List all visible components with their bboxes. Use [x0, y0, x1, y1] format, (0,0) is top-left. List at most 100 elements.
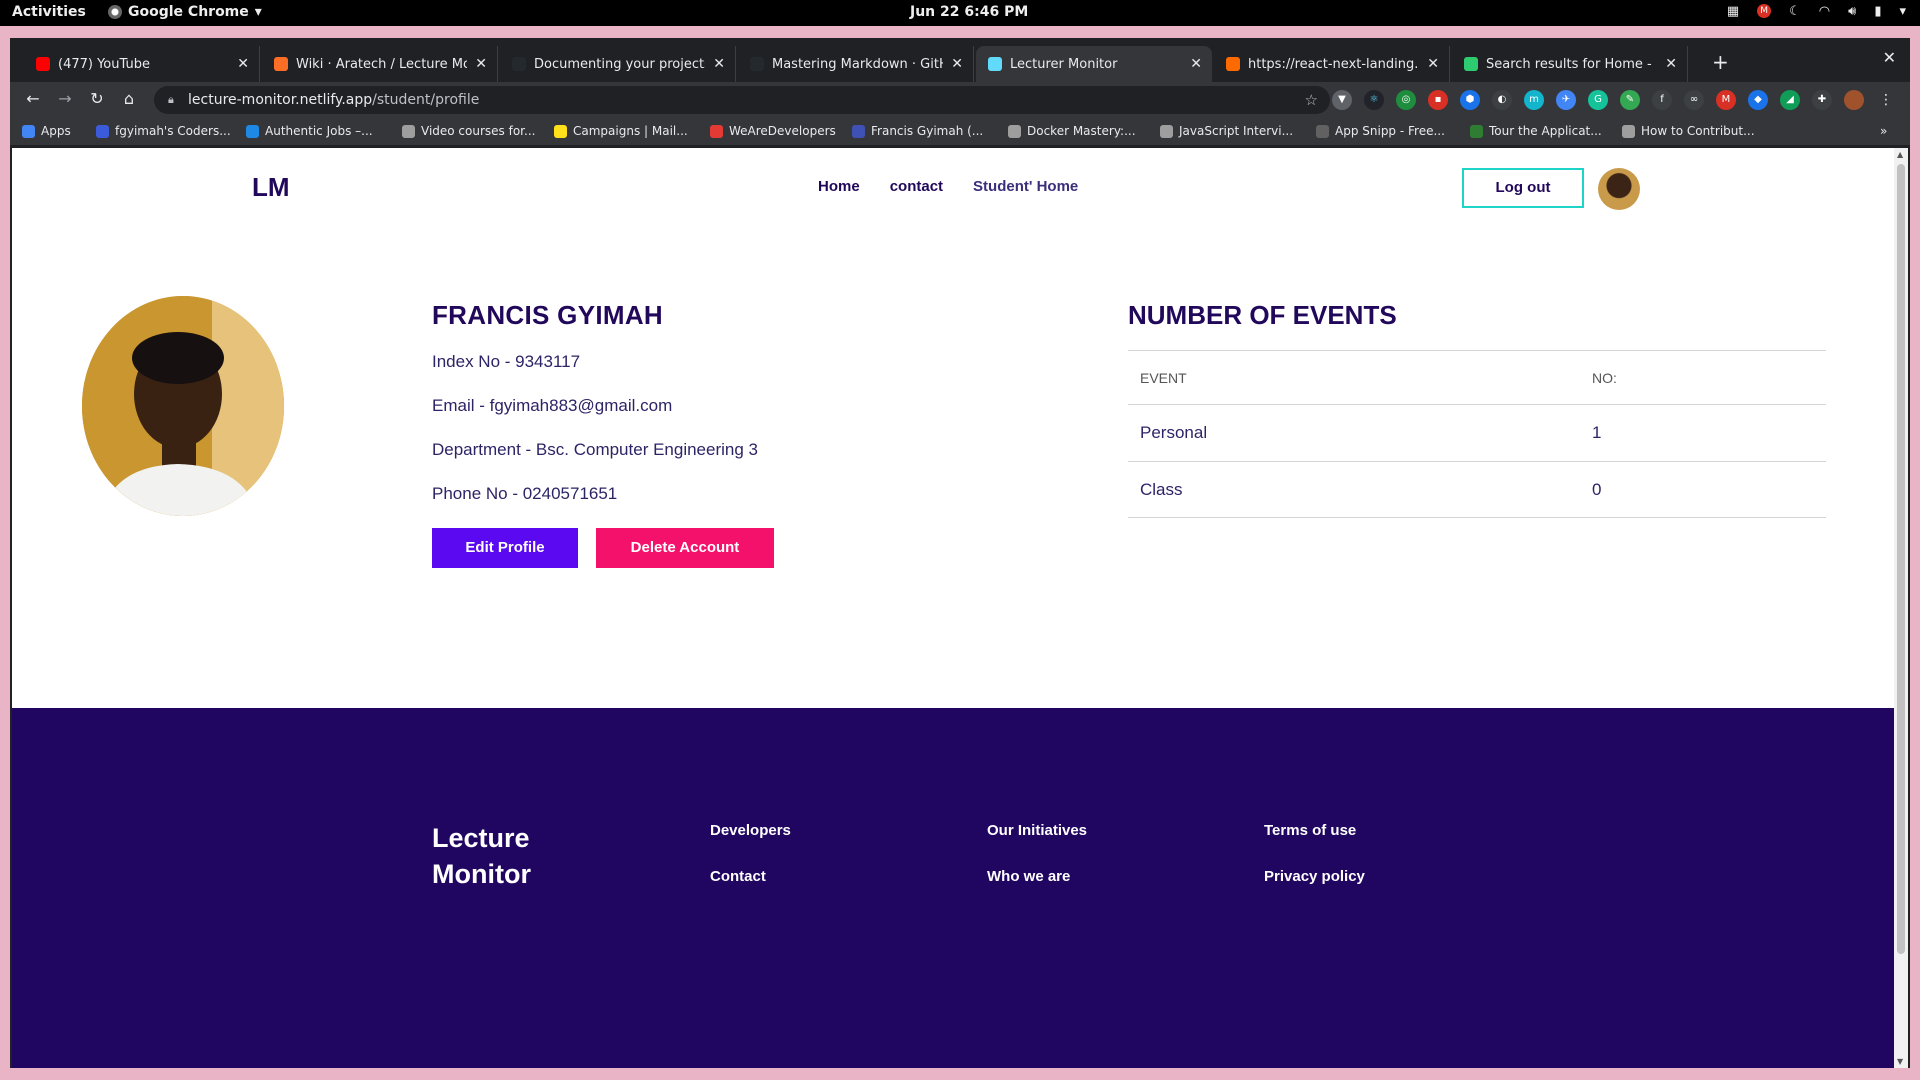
grid-icon[interactable]: ▦ [1727, 4, 1739, 19]
bookmark-item[interactable]: App Snipp - Free... [1316, 124, 1445, 138]
extension-icon[interactable]: ◢ [1780, 90, 1800, 110]
reload-icon[interactable]: ↻ [86, 89, 108, 108]
bookmark-item[interactable]: Authentic Jobs –... [246, 124, 373, 138]
bookmark-item[interactable]: Docker Mastery:... [1008, 124, 1136, 138]
globe-icon [1008, 124, 1021, 138]
chevron-down-icon[interactable]: ▾ [1899, 4, 1906, 19]
person-portrait-icon [82, 296, 284, 516]
bookmark-icon [710, 124, 723, 138]
footer-who-we-are-link[interactable]: Who we are [987, 868, 1070, 885]
tab-title: Mastering Markdown · GitHub [772, 56, 943, 72]
react-devtools-icon[interactable]: ⚛ [1364, 90, 1384, 110]
tab-lecturer-monitor[interactable]: Lecturer Monitor ✕ [976, 46, 1212, 82]
extension-icon[interactable]: ◎ [1396, 90, 1416, 110]
bookmark-item[interactable]: Francis Gyimah (... [852, 124, 983, 138]
close-icon[interactable]: ✕ [475, 56, 487, 72]
close-icon[interactable]: ✕ [237, 56, 249, 72]
bookmark-apps[interactable]: Apps [22, 124, 71, 138]
user-avatar[interactable] [1598, 168, 1640, 210]
formula-icon[interactable]: f [1652, 90, 1672, 110]
url-host: lecture-monitor.netlify.app [188, 92, 373, 108]
site-footer: Lecture Monitor Developers Contact Our I… [12, 708, 1894, 1068]
activities-button[interactable]: Activities [12, 4, 86, 20]
bookmark-icon [1316, 124, 1329, 138]
tab-youtube[interactable]: (477) YouTube ✕ [24, 46, 260, 82]
app-menu[interactable]: Google Chrome ▾ [108, 4, 262, 20]
mail-badge-icon[interactable]: M [1757, 4, 1772, 18]
bookmarks-overflow-icon[interactable]: » [1880, 124, 1887, 138]
puzzle-icon[interactable]: ✚ [1812, 90, 1832, 110]
extension-icon[interactable]: ∞ [1684, 90, 1704, 110]
vue-devtools-icon[interactable]: ▼ [1332, 90, 1352, 110]
table-row: Class 0 [1128, 461, 1826, 518]
footer-initiatives-link[interactable]: Our Initiatives [987, 822, 1087, 839]
tab-gitlab-wiki[interactable]: Wiki · Aratech / Lecture Monit ✕ [262, 46, 498, 82]
nav-home-link[interactable]: Home [818, 178, 860, 195]
logout-button[interactable]: Log out [1462, 168, 1584, 208]
gitlab-icon [274, 57, 288, 71]
mailchimp-icon [554, 124, 567, 138]
extension-icon[interactable]: ⬢ [1460, 90, 1480, 110]
edit-profile-button[interactable]: Edit Profile [432, 528, 578, 568]
youtube-icon [36, 57, 50, 71]
bookmark-item[interactable]: Campaigns | Mail... [554, 124, 688, 138]
extension-badge-icon[interactable]: ▪ [1428, 90, 1448, 110]
bookmark-item[interactable]: WeAreDevelopers [710, 124, 836, 138]
extension-icon[interactable]: ◐ [1492, 90, 1512, 110]
close-icon[interactable]: ✕ [1190, 56, 1202, 72]
clock[interactable]: Jun 22 6:46 PM [910, 4, 1028, 20]
bookmark-item[interactable]: fgyimah's Coders... [96, 124, 231, 138]
footer-terms-link[interactable]: Terms of use [1264, 822, 1356, 839]
scroll-down-icon[interactable]: ▼ [1897, 1057, 1903, 1066]
footer-privacy-link[interactable]: Privacy policy [1264, 868, 1365, 885]
tab-markdown[interactable]: Mastering Markdown · GitHub ✕ [738, 46, 974, 82]
globe-icon [1160, 124, 1173, 138]
web-page: LM Home contact Student' Home Log out FR… [12, 148, 1894, 1068]
close-icon[interactable]: ✕ [1427, 56, 1439, 72]
window-close-icon[interactable]: ✕ [1883, 48, 1896, 67]
tab-search-results[interactable]: Search results for Home - Fla ✕ [1452, 46, 1688, 82]
close-icon[interactable]: ✕ [1665, 56, 1677, 72]
gmail-ext-icon[interactable]: M [1716, 90, 1736, 110]
bookmark-icon [246, 124, 259, 138]
events-title: NUMBER OF EVENTS [1128, 300, 1397, 330]
bookmark-item[interactable]: Tour the Applicat... [1470, 124, 1602, 138]
profile-avatar-icon[interactable] [1844, 90, 1864, 110]
footer-contact-link[interactable]: Contact [710, 868, 766, 885]
scrollbar-thumb[interactable] [1897, 164, 1905, 954]
table-header-row: EVENT NO: [1128, 350, 1826, 404]
bookmark-item[interactable]: JavaScript Intervi... [1160, 124, 1293, 138]
gmail-icon [1226, 57, 1240, 71]
nav-contact-link[interactable]: contact [890, 178, 943, 195]
nav-student-home-link[interactable]: Student' Home [973, 178, 1078, 195]
bookmark-item[interactable]: How to Contribut... [1622, 124, 1755, 138]
home-icon[interactable]: ⌂ [118, 89, 140, 108]
more-menu-icon[interactable]: ⋮ [1876, 90, 1896, 110]
extension-icon[interactable]: ✈ [1556, 90, 1576, 110]
system-tray[interactable]: ▦ M ☾ ◠ 🔊︎ ▮ ▾ [1727, 4, 1906, 19]
shield-icon[interactable]: ◆ [1748, 90, 1768, 110]
footer-developers-link[interactable]: Developers [710, 822, 791, 839]
new-tab-button[interactable]: + [1712, 50, 1729, 74]
page-scrollbar[interactable]: ▲ ▼ [1894, 148, 1908, 1068]
tab-title: Search results for Home - Fla [1486, 56, 1658, 72]
close-icon[interactable]: ✕ [713, 56, 725, 72]
site-logo[interactable]: LM [252, 172, 290, 203]
lock-icon[interactable]: 🔒︎ [168, 93, 174, 107]
bookmark-star-icon[interactable]: ☆ [1305, 91, 1318, 109]
grammarly-icon[interactable]: G [1588, 90, 1608, 110]
address-bar[interactable]: 🔒︎ lecture-monitor.netlify.app/student/p… [154, 86, 1330, 114]
scroll-up-icon[interactable]: ▲ [1897, 150, 1903, 159]
pen-icon[interactable]: ✎ [1620, 90, 1640, 110]
tab-documenting[interactable]: Documenting your projects o ✕ [500, 46, 736, 82]
github-icon [512, 57, 526, 71]
tab-title: https://react-next-landing.re [1248, 56, 1420, 72]
close-icon[interactable]: ✕ [951, 56, 963, 72]
back-icon[interactable]: ← [22, 89, 44, 108]
forward-icon[interactable]: → [54, 89, 76, 108]
bookmark-item[interactable]: Video courses for... [402, 124, 535, 138]
tab-react-next[interactable]: https://react-next-landing.re ✕ [1214, 46, 1450, 82]
event-count: 0 [1592, 479, 1602, 499]
delete-account-button[interactable]: Delete Account [596, 528, 774, 568]
extension-icon[interactable]: m [1524, 90, 1544, 110]
